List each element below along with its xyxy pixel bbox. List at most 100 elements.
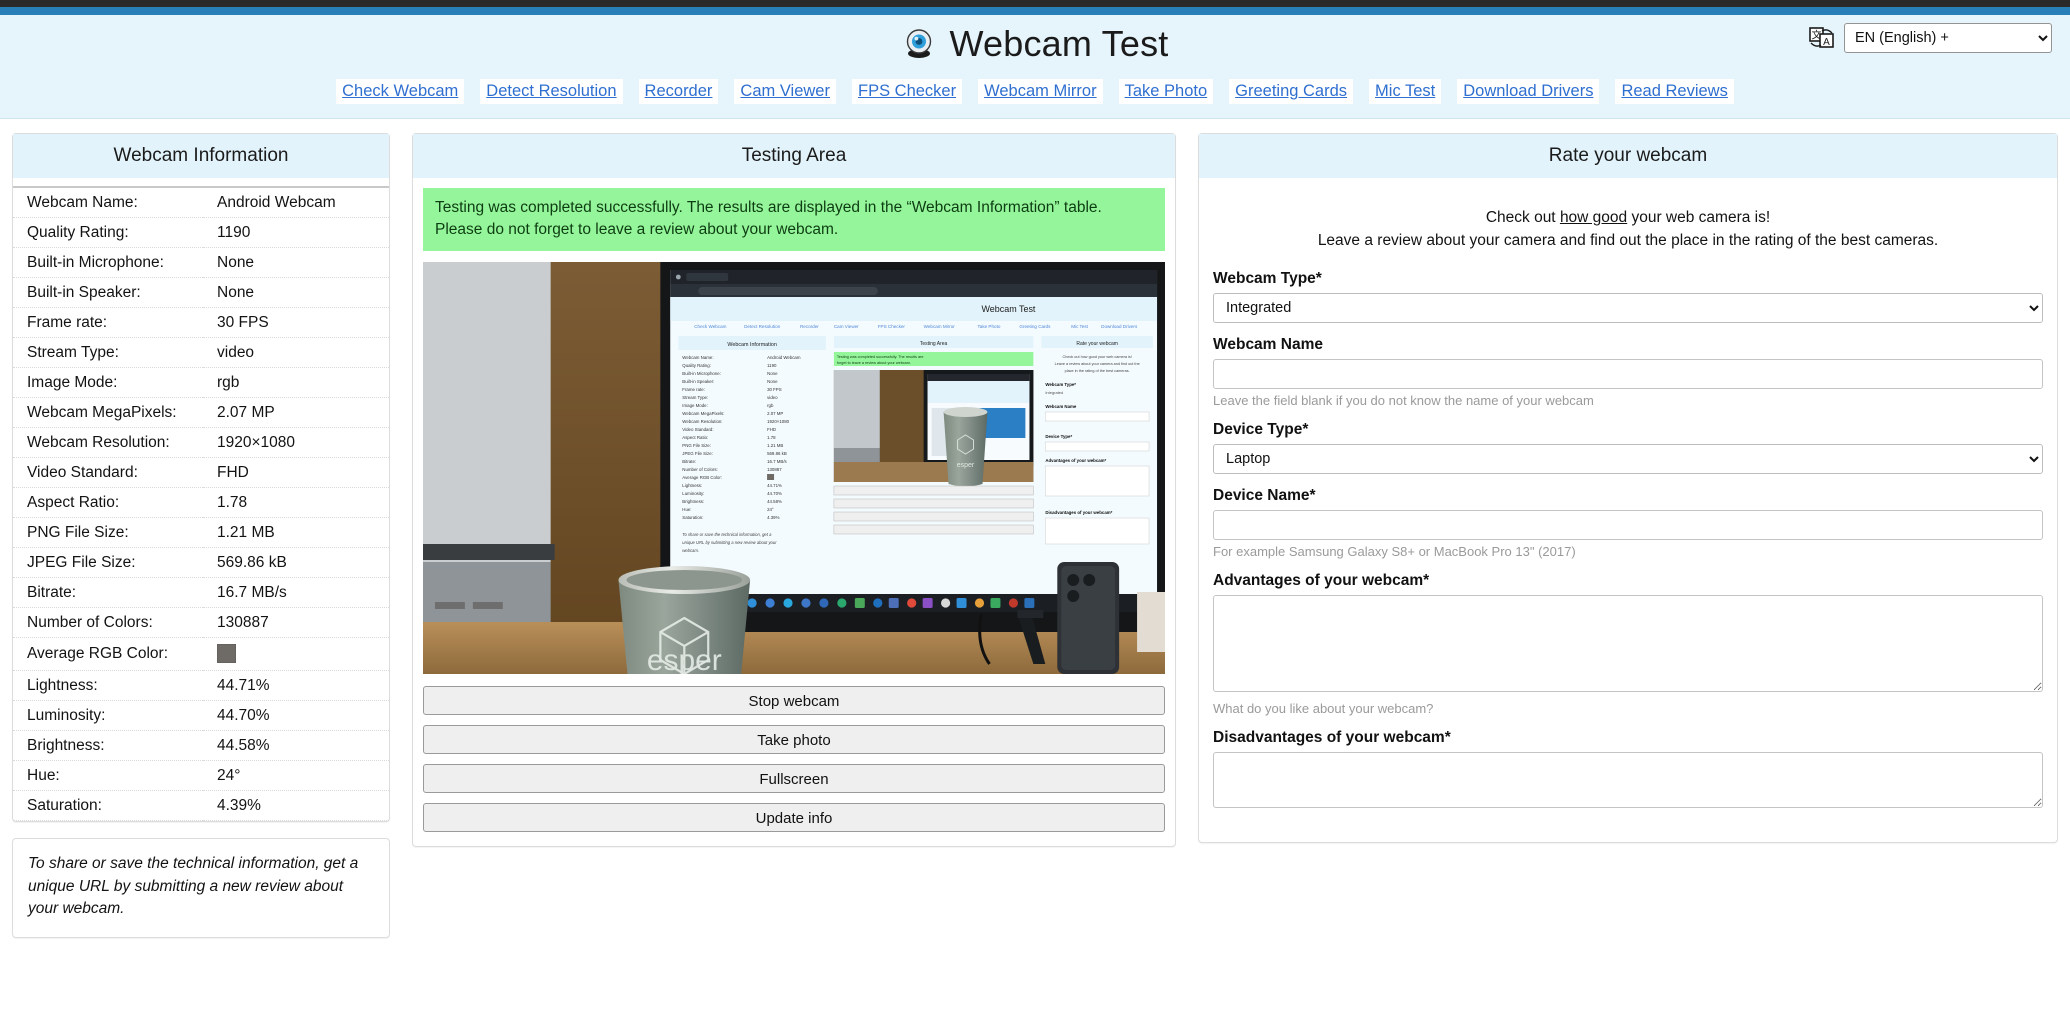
device-name-input[interactable] (1213, 510, 2043, 541)
svg-text:1920×1080: 1920×1080 (767, 419, 790, 424)
rate-panel-heading: Rate your webcam (1199, 134, 2057, 179)
svg-text:44.70%: 44.70% (767, 491, 782, 496)
webcam-type-select[interactable]: Integrated (1213, 293, 2043, 324)
svg-text:Luminosity:: Luminosity: (682, 491, 704, 496)
svg-text:Image Mode:: Image Mode: (682, 403, 708, 408)
info-value: 569.86 kB (217, 553, 287, 571)
svg-text:Advantages of your webcam*: Advantages of your webcam* (1045, 458, 1106, 463)
table-row: Saturation: 4.39% (13, 791, 389, 821)
webcam-name-input[interactable] (1213, 359, 2043, 390)
svg-text:Webcam Name:: Webcam Name: (682, 355, 713, 360)
info-key: Webcam Resolution: (27, 433, 170, 451)
advantages-textarea[interactable] (1213, 595, 2043, 693)
info-key: Webcam Name: (27, 193, 138, 211)
page-title: Webcam Test (902, 23, 1169, 65)
info-value: 1190 (217, 223, 251, 241)
svg-text:Webcam Information: Webcam Information (727, 342, 776, 348)
svg-text:None: None (767, 371, 778, 376)
nav-link-detect-resolution[interactable]: Detect Resolution (480, 79, 623, 105)
nav-link-download-drivers[interactable]: Download Drivers (1457, 79, 1600, 105)
info-key: Webcam MegaPixels: (27, 403, 177, 421)
nav-link-greeting-cards[interactable]: Greeting Cards (1229, 79, 1354, 105)
stop-webcam-button[interactable]: Stop webcam (423, 686, 1165, 716)
info-value: None (217, 253, 255, 271)
share-note-text: To share or save the technical informati… (28, 855, 359, 918)
info-key: Saturation: (27, 796, 102, 814)
svg-text:569.86 kB: 569.86 kB (767, 451, 787, 456)
nav-link-recorder[interactable]: Recorder (638, 79, 719, 105)
language-switcher[interactable]: 文 A EN (English) + (1809, 23, 2052, 53)
svg-text:130887: 130887 (767, 467, 782, 472)
device-type-select[interactable]: Laptop (1213, 444, 2043, 475)
update-info-button[interactable]: Update info (423, 803, 1165, 833)
info-key: Built-in Microphone: (27, 253, 164, 271)
nav-link-take-photo[interactable]: Take Photo (1118, 79, 1214, 105)
svg-text:Bitrate:: Bitrate: (682, 459, 696, 464)
svg-text:Webcam Resolution:: Webcam Resolution: (682, 419, 722, 424)
table-row: Frame rate: 30 FPS (13, 308, 389, 338)
svg-text:place in the rating of the bes: place in the rating of the best cameras. (1065, 369, 1130, 373)
svg-text:44.71%: 44.71% (767, 483, 782, 488)
webcam-information-panel: Webcam Information Webcam Name: Android W… (12, 133, 390, 823)
info-value: 16.7 MB/s (217, 583, 287, 601)
info-value: 44.71% (217, 676, 270, 694)
nav-link-check-webcam[interactable]: Check Webcam (336, 79, 465, 105)
fullscreen-button[interactable]: Fullscreen (423, 764, 1165, 794)
language-select[interactable]: EN (English) + (1844, 23, 2052, 53)
left-column: Webcam Information Webcam Name: Android W… (12, 133, 390, 938)
main-nav: Check Webcam Detect Resolution Recorder … (0, 73, 2070, 118)
svg-text:Hue:: Hue: (682, 507, 691, 512)
info-value: Android Webcam (217, 193, 336, 211)
testing-area-heading: Testing Area (413, 134, 1175, 179)
disadvantages-textarea[interactable] (1213, 752, 2043, 809)
table-row: Bitrate: 16.7 MB/s (13, 578, 389, 608)
table-row: Built-in Speaker: None (13, 278, 389, 308)
info-key: Video Standard: (27, 463, 138, 481)
info-key: Hue: (27, 766, 60, 784)
nav-link-mic-test[interactable]: Mic Test (1369, 79, 1442, 105)
how-good-link[interactable]: how good (1560, 209, 1627, 226)
svg-text:Webcam Mirror: Webcam Mirror (924, 324, 956, 329)
webcam-video-preview[interactable]: Webcam Test Check Webcam Detect Resoluti… (423, 262, 1165, 675)
svg-text:A: A (1823, 37, 1830, 48)
rate-your-webcam-panel: Rate your webcam Check out how good your… (1198, 133, 2058, 844)
webcam-type-label: Webcam Type* (1213, 270, 1322, 288)
rate-intro-suffix: your web camera is! (1627, 208, 1771, 226)
info-key: Stream Type: (27, 343, 119, 361)
svg-text:rgb: rgb (767, 403, 774, 408)
info-value: 1920×1080 (217, 433, 296, 451)
rate-intro-prefix: Check out (1485, 208, 1560, 226)
svg-text:Webcam Test: Webcam Test (981, 304, 1035, 314)
info-value: 4.39% (217, 796, 261, 814)
device-type-label: Device Type* (1213, 421, 1309, 439)
table-row: Built-in Microphone: None (13, 248, 389, 278)
nav-link-fps-checker[interactable]: FPS Checker (851, 79, 963, 105)
svg-text:24°: 24° (767, 507, 774, 512)
info-key: Brightness: (27, 736, 105, 754)
nav-link-cam-viewer[interactable]: Cam Viewer (734, 79, 836, 105)
nav-link-webcam-mirror[interactable]: Webcam Mirror (978, 79, 1103, 105)
info-key: Luminosity: (27, 706, 106, 724)
svg-text:Average RGB Color:: Average RGB Color: (682, 475, 722, 480)
info-value: 44.58% (217, 736, 270, 754)
main-content: Webcam Information Webcam Name: Android W… (0, 119, 2070, 938)
info-key: Quality Rating: (27, 223, 129, 241)
webcam-name-group: Webcam Name Leave the field blank if you… (1213, 336, 2043, 408)
svg-text:Detect Resolution: Detect Resolution (744, 324, 781, 329)
table-row: Luminosity: 44.70% (13, 701, 389, 731)
nav-link-read-reviews[interactable]: Read Reviews (1615, 79, 1734, 105)
table-row: Quality Rating: 1190 (13, 218, 389, 248)
svg-text:Take Photo: Take Photo (978, 324, 1001, 329)
table-row: Webcam Resolution: 1920×1080 (13, 428, 389, 458)
svg-text:Aspect Ratio:: Aspect Ratio: (682, 435, 708, 440)
info-key: Lightness: (27, 676, 98, 694)
svg-text:Disadvantages of your webcam*: Disadvantages of your webcam* (1045, 510, 1112, 515)
svg-text:PNG File Size:: PNG File Size: (682, 443, 711, 448)
table-row: Number of Colors: 130887 (13, 608, 389, 638)
svg-text:Integrated: Integrated (1045, 390, 1063, 395)
device-name-hint: For example Samsung Galaxy S8+ or MacBoo… (1213, 544, 1576, 560)
svg-text:To share or save the technical: To share or save the technical informati… (682, 532, 772, 537)
take-photo-button[interactable]: Take photo (423, 725, 1165, 755)
svg-text:Brightness:: Brightness: (682, 499, 704, 504)
svg-text:1190: 1190 (767, 363, 777, 368)
